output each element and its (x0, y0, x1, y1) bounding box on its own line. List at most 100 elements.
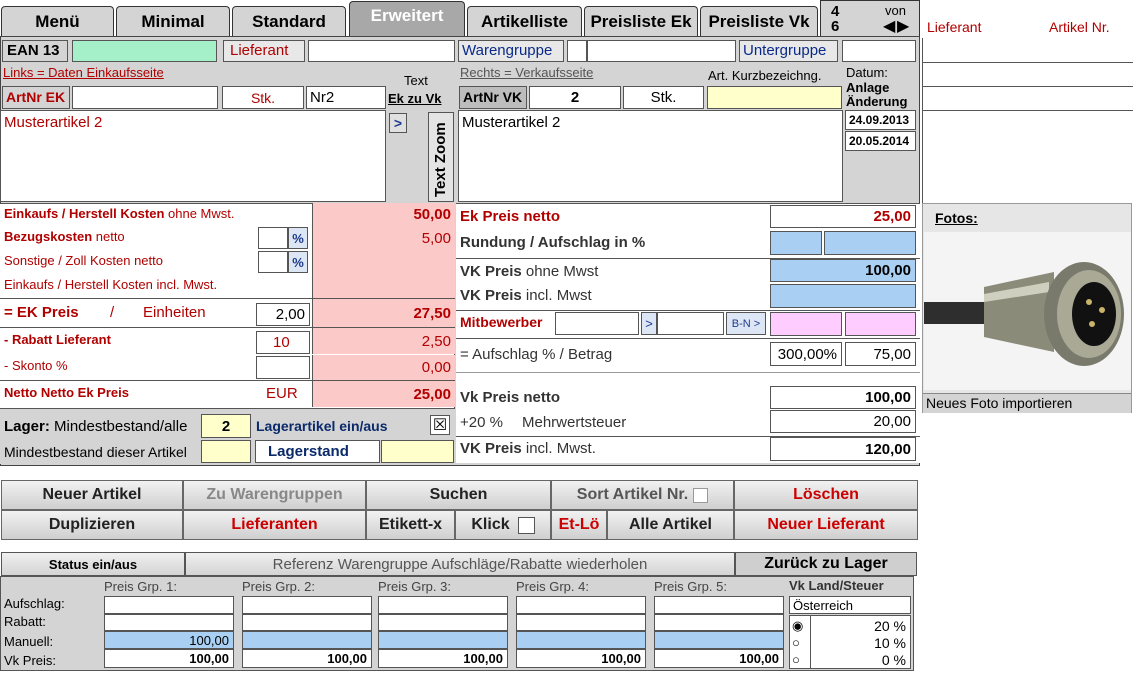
vat-radio-10[interactable]: ○ (792, 635, 800, 650)
einkauf-value[interactable]: 50,00 (312, 203, 455, 225)
sort-artikel-button[interactable]: Sort Artikel Nr. (551, 480, 734, 510)
vat-radio-0[interactable]: ○ (792, 652, 800, 667)
bezugskosten-pct-button[interactable]: % (288, 227, 308, 249)
prev-icon[interactable]: ◀ (883, 16, 895, 36)
untergruppe-input[interactable] (842, 40, 916, 62)
lieferanten-button[interactable]: Lieferanten (183, 510, 366, 540)
group-rabatt-input[interactable] (516, 614, 646, 631)
mindestbestand-input[interactable] (201, 440, 251, 463)
bn-button[interactable]: B-N > (726, 312, 766, 335)
einheiten-input[interactable]: 2,00 (256, 303, 310, 326)
warengruppe-input[interactable] (567, 40, 587, 62)
status-toggle-button[interactable]: Status ein/aus (1, 552, 185, 576)
group-aufschlag-input[interactable] (104, 596, 234, 614)
rabatt-pct-input[interactable]: 10 (256, 331, 310, 354)
sort-checkbox[interactable] (693, 487, 709, 503)
mitbewerber-lav-2 (845, 312, 916, 336)
stk-vk-label: Stk. (623, 86, 704, 109)
vk-description-textarea[interactable]: Musterartikel 2 (458, 110, 843, 202)
mitbewerber-input[interactable] (555, 312, 639, 335)
group-manuell-input[interactable] (654, 631, 784, 649)
kurzbezeichnung-input[interactable] (707, 86, 842, 109)
etikett-button[interactable]: Etikett-x (366, 510, 455, 540)
artnr-ek-input[interactable] (72, 86, 218, 109)
et-loe-button[interactable]: Et-Lö (551, 510, 607, 540)
artnr-vk-input[interactable]: 2 (529, 86, 621, 109)
vk-incl-input[interactable] (770, 284, 916, 308)
vat-radio-20[interactable]: ◉ (792, 618, 803, 634)
pager-total: 6 (831, 18, 840, 35)
referenz-button[interactable]: Referenz Warengruppe Aufschläge/Rabatte … (185, 552, 735, 576)
group-manuell-input[interactable] (516, 631, 646, 649)
aenderung-label: Änderung (846, 94, 908, 109)
tab-standard[interactable]: Standard (232, 6, 346, 36)
duplizieren-button[interactable]: Duplizieren (1, 510, 183, 540)
klick-checkbox[interactable] (517, 516, 535, 534)
side-list[interactable] (922, 38, 1133, 203)
mindestbestand-label: Mindestbestand dieser Artikel (4, 444, 187, 460)
alle-artikel-button[interactable]: Alle Artikel (607, 510, 734, 540)
sonstige-pct-button[interactable]: % (288, 251, 308, 273)
tab-preisliste-vk[interactable]: Preisliste Vk (700, 6, 818, 36)
rabatt-value: 2,50 (312, 328, 455, 354)
aufschlag-pct-input[interactable] (824, 231, 916, 255)
links-label: Links = Daten Einkaufsseite (3, 65, 164, 80)
tab-erweitert[interactable]: Erweitert (349, 1, 465, 36)
loeschen-button[interactable]: Löschen (734, 480, 918, 510)
warengruppe-name-input[interactable] (587, 40, 736, 62)
group-header: Preis Grp. 4: (516, 579, 589, 594)
klick-button[interactable]: Klick (455, 510, 551, 540)
group-rabatt-input[interactable] (104, 614, 234, 631)
mwst-label: Mehrwertsteuer (522, 414, 627, 431)
mitbewerber-arrow-button[interactable]: > (641, 312, 657, 335)
tab-menue[interactable]: Menü (1, 6, 114, 36)
lagerartikel-checkbox[interactable]: ☒ (430, 415, 450, 435)
group-rabatt-input[interactable] (242, 614, 372, 631)
tab-preisliste-ek[interactable]: Preisliste Ek (584, 6, 698, 36)
aufschlag-pct-value: 300,00% (770, 342, 842, 366)
vk-ohne-input[interactable]: 100,00 (770, 259, 916, 282)
text-zoom-button[interactable]: Text Zoom (428, 112, 454, 202)
stk-ek-input[interactable]: Nr2 (306, 86, 386, 109)
lager-mindest-input[interactable]: 2 (201, 414, 251, 438)
zurueck-lager-button[interactable]: Zurück zu Lager (735, 552, 917, 576)
bezugskosten-pct-input[interactable] (258, 227, 288, 249)
ek-description-textarea[interactable]: Musterartikel 2 (0, 110, 386, 202)
group-aufschlag-input[interactable] (654, 596, 784, 614)
group-rabatt-input[interactable] (378, 614, 508, 631)
copy-text-arrow-button[interactable]: > (389, 113, 407, 133)
neuer-artikel-button[interactable]: Neuer Artikel (1, 480, 183, 510)
group-rabatt-input[interactable] (654, 614, 784, 631)
bezugskosten-value[interactable]: 5,00 (312, 227, 455, 249)
tab-artikelliste[interactable]: Artikelliste (467, 6, 582, 36)
warengruppe-label: Warengruppe (458, 40, 564, 62)
tab-minimal[interactable]: Minimal (116, 6, 230, 36)
suchen-button[interactable]: Suchen (366, 480, 551, 510)
lieferant-input[interactable] (308, 40, 455, 62)
zu-warengruppen-button[interactable]: Zu Warengruppen (183, 480, 366, 510)
group-vk-value: 100,00 (654, 649, 784, 668)
group-manuell-input[interactable]: 100,00 (104, 631, 234, 649)
mitbewerber-price-input[interactable] (657, 312, 724, 335)
ek-zu-vk-button[interactable]: Ek zu Vk (388, 91, 441, 106)
rundung-input[interactable] (770, 231, 822, 255)
group-aufschlag-input[interactable] (378, 596, 508, 614)
group-manuell-input[interactable] (378, 631, 508, 649)
rundung-label: Rundung / Aufschlag in % (460, 234, 646, 251)
group-aufschlag-input[interactable] (516, 596, 646, 614)
neuer-lieferant-button[interactable]: Neuer Lieferant (734, 510, 918, 540)
vat-country-select[interactable]: Österreich (789, 596, 911, 614)
ean-input[interactable] (72, 40, 217, 62)
sonstige-pct-input[interactable] (258, 251, 288, 273)
ek-netto-value: 25,00 (770, 205, 916, 228)
vk-netto-label: Vk Preis netto (460, 389, 561, 406)
ean-label: EAN 13 (2, 40, 68, 62)
next-icon[interactable]: ▶ (897, 16, 909, 36)
skonto-input[interactable] (256, 356, 310, 379)
import-photo-button[interactable]: Neues Foto importieren (923, 393, 1131, 413)
group-manuell-input[interactable] (242, 631, 372, 649)
skonto-value: 0,00 (312, 355, 455, 380)
skonto-label: - Skonto % (4, 358, 68, 373)
group-aufschlag-input[interactable] (242, 596, 372, 614)
vk-total-value: 120,00 (770, 437, 916, 461)
